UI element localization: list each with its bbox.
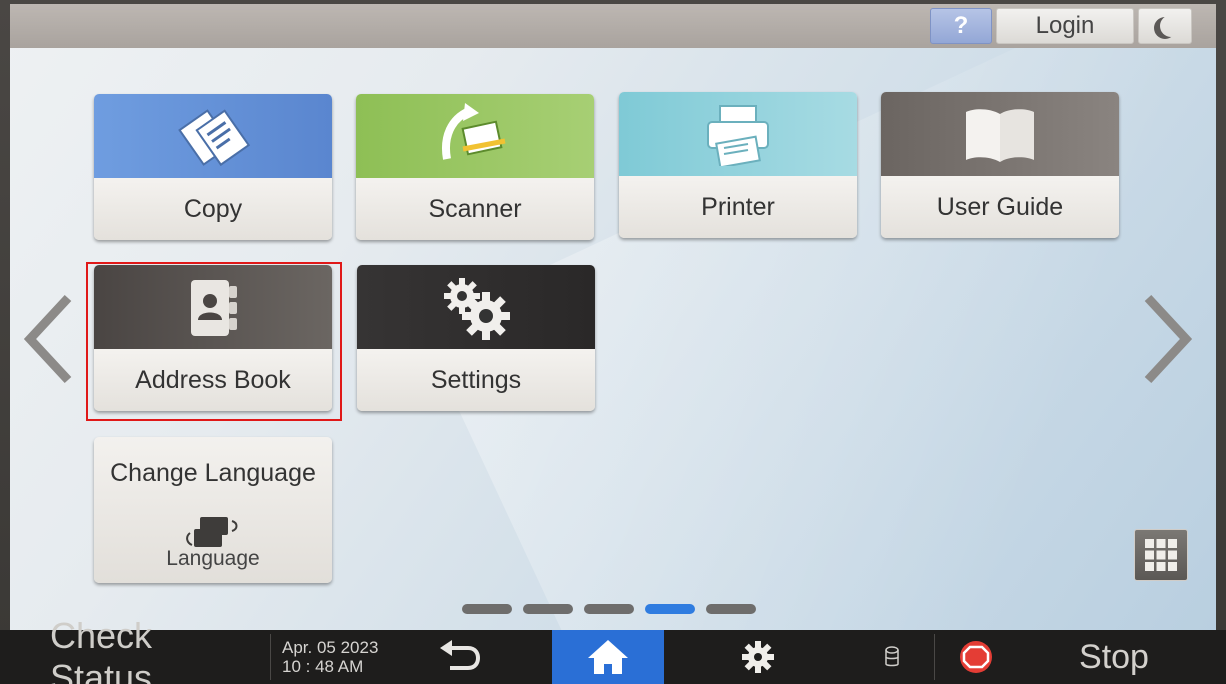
address-book-highlight [86, 262, 342, 421]
settings-quick-button[interactable] [718, 630, 798, 684]
login-button[interactable]: Login [996, 8, 1134, 44]
scanner-icon [356, 94, 594, 178]
language-switch-icon [186, 517, 238, 547]
bottom-bar: Check Status Apr. 05 2023 10 : 48 AM Sto… [0, 615, 1226, 684]
change-language-title: Change Language [110, 459, 316, 487]
user-guide-label: User Guide [881, 176, 1119, 238]
page-indicator-5[interactable] [706, 604, 756, 614]
database-icon [885, 646, 899, 667]
scanner-label: Scanner [356, 178, 594, 240]
previous-page-arrow-icon[interactable] [24, 294, 74, 384]
top-bar: ? Login [10, 4, 1216, 48]
printer-icon [619, 92, 857, 176]
settings-tile[interactable]: Settings [357, 265, 595, 411]
settings-label: Settings [357, 349, 595, 411]
help-button[interactable]: ? [930, 8, 992, 44]
language-label: Language [166, 547, 260, 570]
printer-label: Printer [619, 176, 857, 238]
divider [270, 634, 271, 680]
home-button[interactable] [552, 630, 664, 684]
date-time: Apr. 05 2023 10 : 48 AM [282, 630, 392, 684]
time-text: 10 : 48 AM [282, 657, 364, 676]
change-language-tile[interactable]: Change Language Language [94, 437, 332, 583]
gears-icon [357, 265, 595, 349]
moon-icon [1160, 15, 1182, 37]
page-indicator-3[interactable] [584, 604, 634, 614]
book-icon [881, 92, 1119, 176]
copy-icon [94, 94, 332, 178]
page-indicator-1[interactable] [462, 604, 512, 614]
date-text: Apr. 05 2023 [282, 638, 379, 657]
grid-icon [1145, 539, 1177, 571]
app-list-button[interactable] [1134, 529, 1188, 581]
stop-button[interactable]: Stop [1054, 630, 1174, 684]
gear-icon [742, 641, 774, 673]
back-button[interactable] [420, 630, 500, 684]
scanner-tile[interactable]: Scanner [356, 94, 594, 240]
divider [934, 634, 935, 680]
back-arrow-icon [440, 640, 481, 670]
data-in-button[interactable] [870, 630, 914, 684]
copy-tile[interactable]: Copy [94, 94, 332, 240]
check-status-button[interactable]: Check Status [50, 615, 250, 684]
printer-tile[interactable]: Printer [619, 92, 857, 238]
home-screen: ? Login Copy Scanner Printer User Guide … [10, 4, 1216, 630]
stop-icon-button[interactable] [948, 630, 1004, 684]
user-guide-tile[interactable]: User Guide [881, 92, 1119, 238]
stop-icon [960, 641, 992, 673]
home-icon [588, 640, 628, 674]
page-indicator-4[interactable] [645, 604, 695, 614]
energy-saver-button[interactable] [1138, 8, 1192, 44]
page-indicator-2[interactable] [523, 604, 573, 614]
copy-label: Copy [94, 178, 332, 240]
next-page-arrow-icon[interactable] [1142, 294, 1192, 384]
